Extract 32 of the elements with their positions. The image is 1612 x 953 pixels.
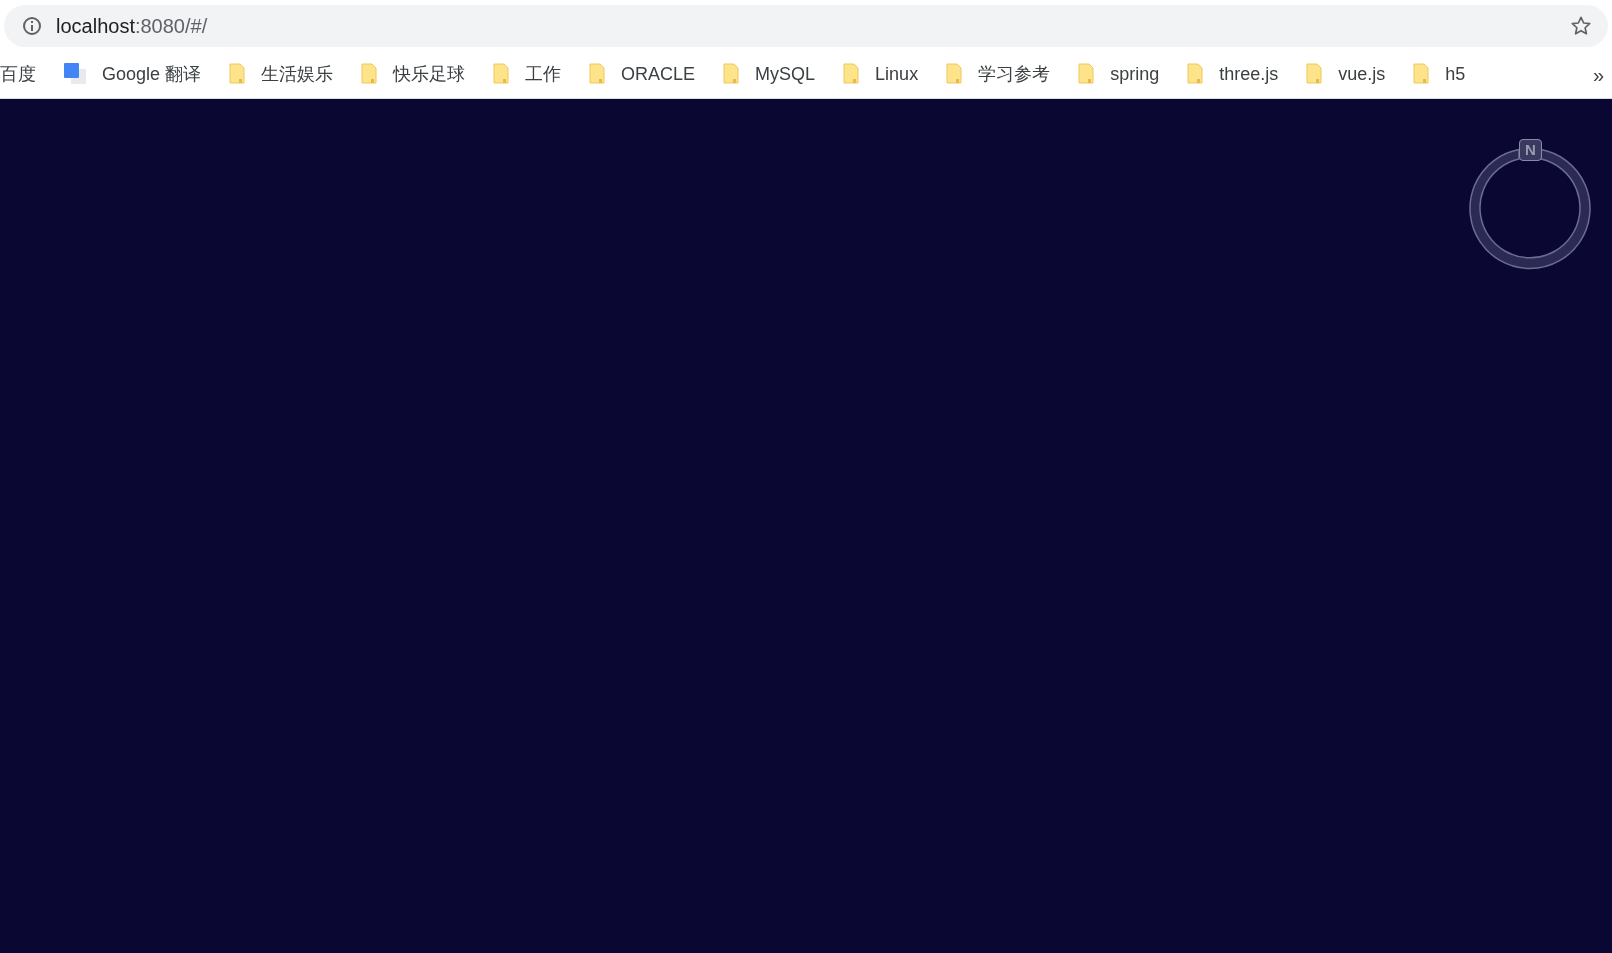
bookmark-item[interactable]: 学习参考 — [945, 60, 1051, 88]
folder-icon — [722, 63, 741, 85]
more-bookmarks-button[interactable]: » — [1592, 60, 1604, 90]
bookmark-item[interactable]: Linux — [842, 60, 919, 88]
info-icon[interactable] — [22, 16, 42, 36]
folder-icon — [1186, 63, 1205, 85]
folder-icon — [360, 63, 379, 85]
folder-icon — [1412, 63, 1431, 85]
folder-icon — [842, 63, 861, 85]
bookmark-item[interactable]: 百度 — [0, 60, 36, 88]
folder-icon — [228, 63, 247, 85]
bookmark-item[interactable]: vue.js — [1305, 60, 1386, 88]
compass[interactable]: N — [1465, 139, 1595, 274]
address-bar[interactable]: localhost:8080/#/ — [4, 5, 1608, 47]
bookmark-item[interactable]: 工作 — [492, 60, 562, 88]
bookmark-item[interactable]: 快乐足球 — [360, 60, 466, 88]
bookmark-item[interactable]: ORACLE — [588, 60, 696, 88]
bookmark-item[interactable]: MySQL — [722, 60, 816, 88]
url-text: localhost:8080/#/ — [56, 14, 208, 39]
bookmark-item[interactable]: three.js — [1186, 60, 1279, 88]
folder-icon — [945, 63, 964, 85]
north-label: N — [1519, 139, 1542, 161]
folder-icon — [1305, 63, 1324, 85]
folder-icon — [588, 63, 607, 85]
bookmark-item[interactable]: 生活娱乐 — [228, 60, 334, 88]
bookmark-item[interactable]: h5 — [1412, 60, 1466, 88]
folder-icon — [492, 63, 511, 85]
star-icon[interactable] — [1570, 15, 1592, 37]
bookmark-item[interactable]: Google 翻译 — [63, 60, 202, 88]
translate-icon — [63, 62, 87, 86]
folder-icon — [1077, 63, 1096, 85]
bookmark-item[interactable]: spring — [1077, 60, 1160, 88]
